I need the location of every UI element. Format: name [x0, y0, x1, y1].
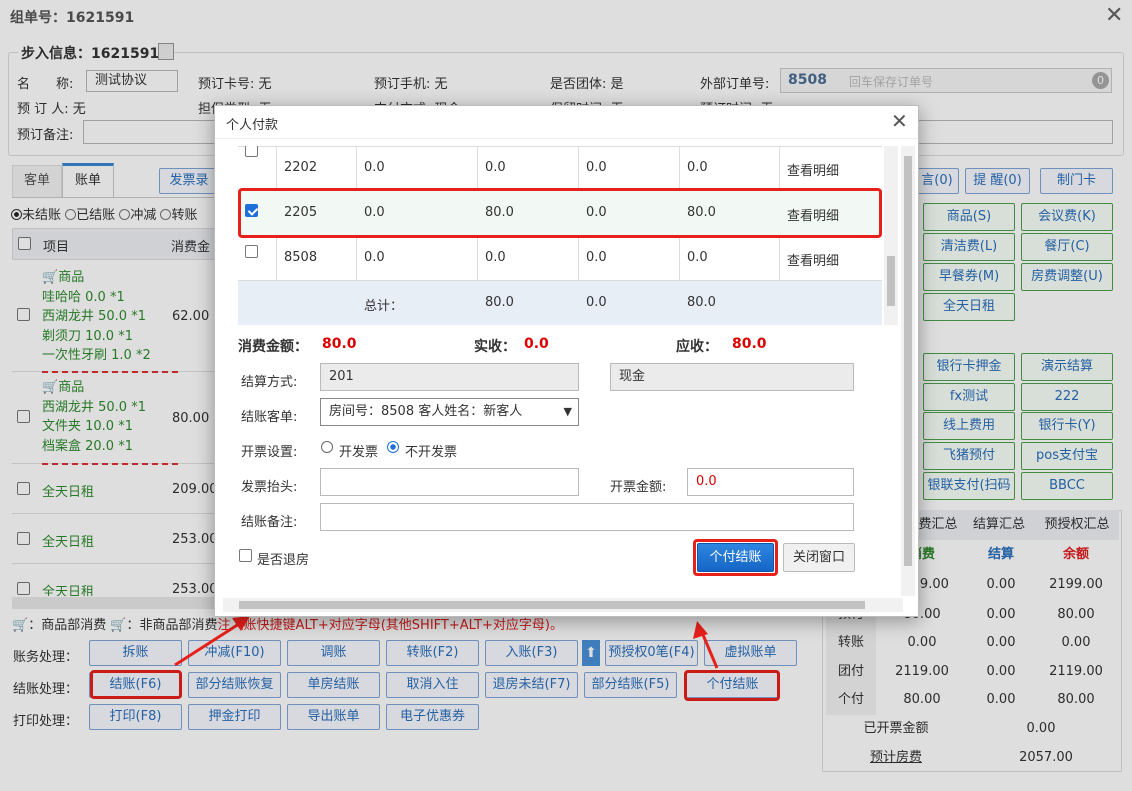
total-row: 总计： 80.0 0.0 80.0	[238, 281, 882, 325]
checkout-room-checkbox[interactable]	[239, 549, 252, 562]
close-icon[interactable]: ✕	[891, 109, 908, 133]
dialog-v-scrollbar[interactable]	[901, 146, 915, 596]
room-number: 2202	[284, 160, 318, 175]
table-cell: 0.0	[364, 160, 385, 175]
pay-button-highlight	[693, 539, 778, 576]
table-cell: 0.0	[586, 250, 607, 265]
guest-select[interactable]: 房间号：8508 客人姓名：新客人 ▼	[320, 398, 579, 426]
selected-row-highlight	[238, 188, 882, 238]
settle-remark-input[interactable]	[320, 503, 854, 531]
consume-label: 消费金额：	[238, 339, 308, 355]
due-value: 80.0	[732, 336, 767, 352]
close-window-button[interactable]: 关闭窗口	[783, 543, 855, 572]
method-label: 结算方式:	[241, 375, 298, 390]
method-code-input[interactable]: 201	[320, 363, 579, 391]
invoice-no-radio[interactable]	[387, 441, 399, 453]
due-label: 应收：	[676, 339, 718, 355]
method-name-input[interactable]: 现金	[610, 363, 854, 391]
invoice-yes-radio[interactable]	[321, 441, 333, 453]
guest-label: 结账客单:	[241, 410, 298, 425]
room-number: 8508	[284, 250, 318, 265]
row-checkbox[interactable]	[245, 245, 258, 258]
dialog-h-scrollbar[interactable]	[223, 598, 903, 612]
table-scrollbar[interactable]	[884, 146, 898, 325]
invoice-yes-label: 开发票	[339, 445, 379, 460]
amount-summary: 消费金额： 80.0 实收： 0.0 应收： 80.0	[238, 333, 882, 357]
settle-remark-label: 结账备注:	[241, 515, 298, 530]
guest-select-value: 房间号：8508 客人姓名：新客人	[329, 404, 523, 419]
total-label: 总计：	[364, 299, 404, 314]
total-cell: 0.0	[586, 295, 607, 310]
table-row[interactable]: 8508 0.0 0.0 0.0 0.0 查看明细	[238, 236, 882, 280]
view-detail-link[interactable]: 查看明细	[787, 250, 839, 269]
dialog-title: 个人付款	[226, 118, 279, 133]
invoice-amount-label: 开票金额:	[610, 480, 667, 495]
invoice-amount-input[interactable]: 0.0	[687, 468, 854, 496]
table-cell: 0.0	[586, 160, 607, 175]
table-cell: 0.0	[687, 160, 708, 175]
invoice-title-label: 发票抬头:	[241, 480, 298, 495]
received-value: 0.0	[524, 336, 549, 352]
total-cell: 80.0	[687, 295, 716, 310]
consume-value: 80.0	[322, 336, 357, 352]
table-row[interactable]: 2202 0.0 0.0 0.0 0.0 查看明细	[238, 146, 882, 190]
invoice-no-label: 不开发票	[405, 445, 458, 460]
dialog-header: 个人付款 ✕	[215, 106, 918, 139]
personal-payment-dialog: 个人付款 ✕ 2202 0.0 0.0 0.0 0.0 查看明细 2205 0.…	[214, 105, 919, 617]
invoice-setting-label: 开票设置:	[241, 445, 298, 460]
checkout-room-label: 是否退房	[257, 553, 310, 568]
invoice-title-input[interactable]	[320, 468, 579, 496]
table-cell: 0.0	[485, 160, 506, 175]
table-cell: 0.0	[687, 250, 708, 265]
received-label: 实收：	[474, 339, 516, 355]
view-detail-link[interactable]: 查看明细	[787, 160, 839, 179]
table-cell: 0.0	[364, 250, 385, 265]
row-checkbox[interactable]	[245, 146, 258, 157]
table-cell: 0.0	[485, 250, 506, 265]
total-cell: 80.0	[485, 295, 514, 310]
chevron-down-icon: ▼	[563, 405, 572, 418]
